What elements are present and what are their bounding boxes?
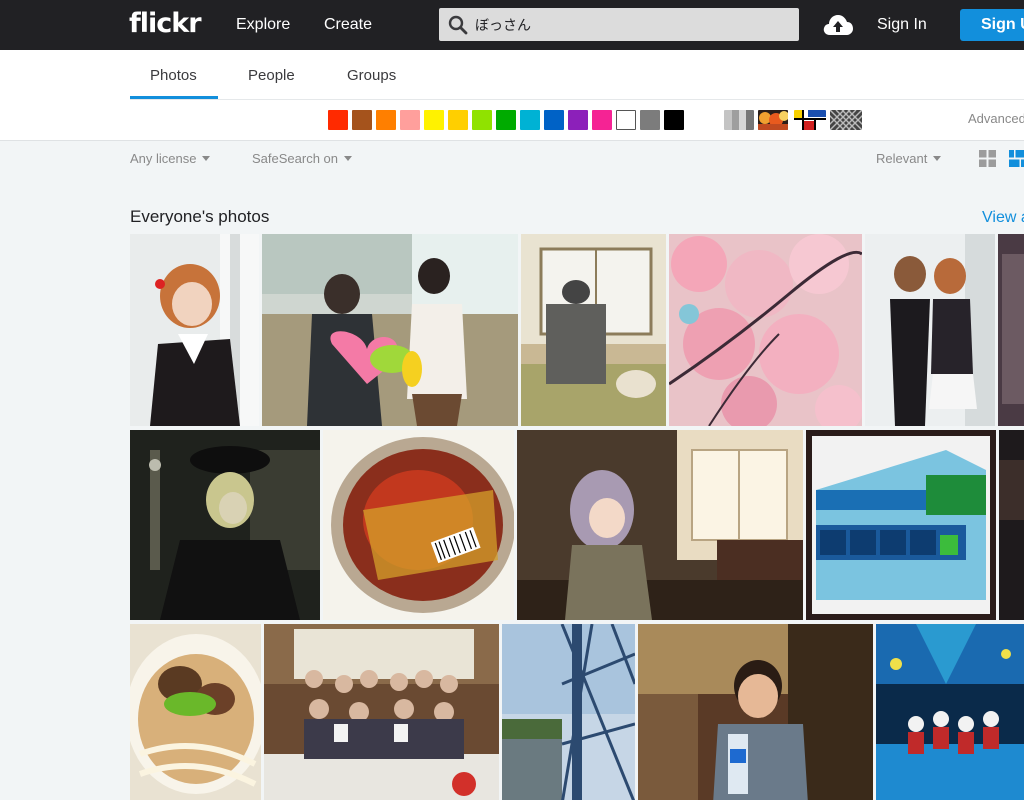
color-swatch-pink[interactable] (400, 110, 420, 130)
view-all-link[interactable]: View all (982, 209, 1024, 227)
safesearch-filter-dropdown[interactable]: SafeSearch on (252, 151, 353, 166)
photo-cosplay-girl[interactable] (130, 234, 259, 426)
search-icon[interactable] (448, 15, 468, 35)
photo-room-heater[interactable] (521, 234, 666, 426)
color-swatch-orange[interactable] (376, 110, 396, 130)
photo-memory-package[interactable] (806, 430, 996, 620)
section-title: Everyone's photos (130, 207, 270, 226)
black-and-white-filter-icon[interactable] (724, 110, 754, 130)
color-swatch-black[interactable] (664, 110, 684, 130)
color-swatch-cyan[interactable] (520, 110, 540, 130)
justified-view-icon[interactable] (1009, 150, 1024, 167)
license-filter-dropdown[interactable]: Any license (130, 151, 211, 166)
color-swatch-blue[interactable] (544, 110, 564, 130)
safesearch-filter-label: SafeSearch on (252, 151, 339, 166)
photo-group-party[interactable] (264, 624, 499, 800)
sign-up-button[interactable]: Sign Up (960, 9, 1024, 41)
color-swatch-red[interactable] (328, 110, 348, 130)
photo-boy-bottle[interactable] (638, 624, 873, 800)
minimalist-filter-icon[interactable] (794, 110, 826, 130)
photo-blue-stage[interactable] (876, 624, 1024, 800)
search-subheader: Photos People Groups Advanced (0, 50, 1024, 141)
nav-create[interactable]: Create (324, 16, 372, 34)
photo-steel-bridge[interactable] (502, 624, 635, 800)
grid-view-icon[interactable] (979, 150, 996, 167)
tabs-divider (130, 99, 1024, 100)
photo-cherry-blossoms[interactable] (669, 234, 862, 426)
search-box (439, 8, 799, 41)
flickr-logo[interactable]: flickr (129, 8, 202, 39)
color-swatch-green[interactable] (496, 110, 516, 130)
upload-cloud-icon[interactable] (822, 12, 854, 38)
tab-groups[interactable]: Groups (347, 67, 396, 84)
shallow-depth-of-field-filter-icon[interactable] (758, 110, 788, 130)
photo-cosplay-couple[interactable] (865, 234, 995, 426)
color-swatch-brown[interactable] (352, 110, 372, 130)
photo-family-balloon[interactable] (262, 234, 518, 426)
patterns-filter-icon[interactable] (830, 110, 862, 130)
search-input[interactable] (475, 8, 795, 41)
color-swatch-yellow[interactable] (424, 110, 444, 130)
color-swatch-white[interactable] (616, 110, 636, 130)
nav-explore[interactable]: Explore (236, 16, 290, 34)
color-swatch-lime[interactable] (472, 110, 492, 130)
color-swatch-magenta[interactable] (592, 110, 612, 130)
color-swatch-gray[interactable] (640, 110, 660, 130)
chevron-down-icon (344, 156, 353, 161)
license-filter-label: Any license (130, 151, 197, 166)
color-swatch-purple[interactable] (568, 110, 588, 130)
color-swatch-gold[interactable] (448, 110, 468, 130)
photo-udon-noodles[interactable] (130, 624, 261, 800)
photo-gothic-doll[interactable] (130, 430, 320, 620)
photo-cup-noodle[interactable] (323, 430, 514, 620)
photo-dark-partial[interactable] (999, 430, 1024, 620)
chevron-down-icon (202, 156, 211, 161)
chevron-down-icon (933, 156, 942, 161)
photo-doll-indoor[interactable] (517, 430, 803, 620)
sign-in-link[interactable]: Sign In (877, 16, 927, 34)
photo-building-partial[interactable] (998, 234, 1024, 426)
advanced-search-link[interactable]: Advanced (968, 111, 1024, 126)
sort-dropdown[interactable]: Relevant (876, 151, 942, 166)
top-navigation-bar: flickr Explore Create Sign In Sign Up (0, 0, 1024, 50)
tab-photos[interactable]: Photos (150, 67, 197, 84)
sort-label: Relevant (876, 151, 928, 166)
tab-people[interactable]: People (248, 67, 295, 84)
